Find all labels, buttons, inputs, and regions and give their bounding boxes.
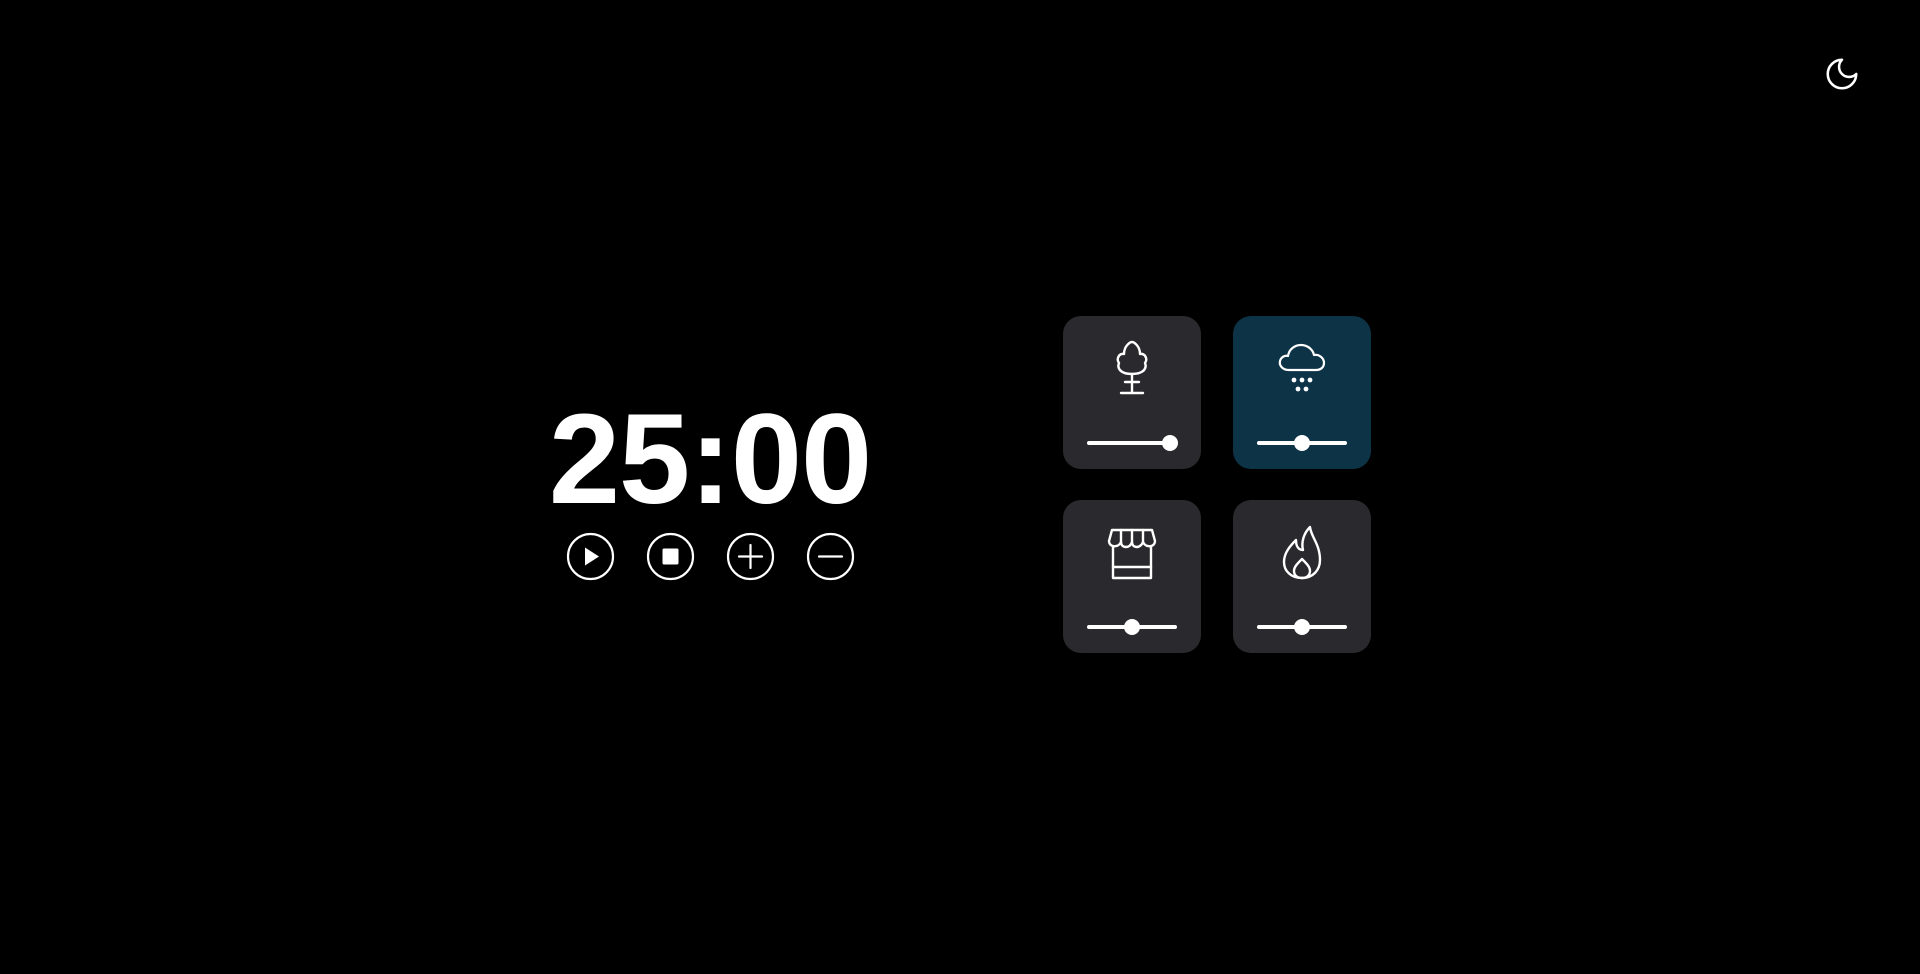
stop-button[interactable] xyxy=(646,532,695,586)
slider-thumb[interactable] xyxy=(1124,619,1140,635)
stop-icon xyxy=(646,532,695,586)
play-icon xyxy=(566,532,615,586)
sound-card-forest[interactable] xyxy=(1063,316,1201,469)
timer-display: 25:00 xyxy=(548,388,872,531)
slider-thumb[interactable] xyxy=(1161,435,1178,451)
minus-icon xyxy=(806,532,855,586)
volume-slider-coffee-shop[interactable] xyxy=(1087,619,1177,635)
sound-card-rain[interactable] xyxy=(1233,316,1371,469)
increase-time-button[interactable] xyxy=(726,532,775,586)
decrease-time-button[interactable] xyxy=(806,532,855,586)
sound-card-coffee-shop[interactable] xyxy=(1063,500,1201,653)
slider-thumb[interactable] xyxy=(1294,619,1310,635)
slider-thumb[interactable] xyxy=(1294,435,1310,451)
sound-card-fireplace[interactable] xyxy=(1233,500,1371,653)
volume-slider-rain[interactable] xyxy=(1257,435,1347,451)
plus-icon xyxy=(726,532,775,586)
volume-slider-forest[interactable] xyxy=(1087,435,1178,451)
timer-panel: 25:00 xyxy=(535,395,885,583)
tree-icon xyxy=(1103,336,1161,400)
play-button[interactable] xyxy=(566,532,615,586)
cloud-rain-icon xyxy=(1273,336,1331,400)
pomodoro-app: 25:00 xyxy=(0,0,1920,974)
moon-icon xyxy=(1823,55,1861,98)
timer-controls xyxy=(566,532,855,586)
theme-toggle-button[interactable] xyxy=(1820,54,1864,98)
store-icon xyxy=(1103,520,1161,584)
ambient-sound-grid xyxy=(1063,316,1371,653)
fire-icon xyxy=(1273,520,1331,584)
volume-slider-fireplace[interactable] xyxy=(1257,619,1347,635)
